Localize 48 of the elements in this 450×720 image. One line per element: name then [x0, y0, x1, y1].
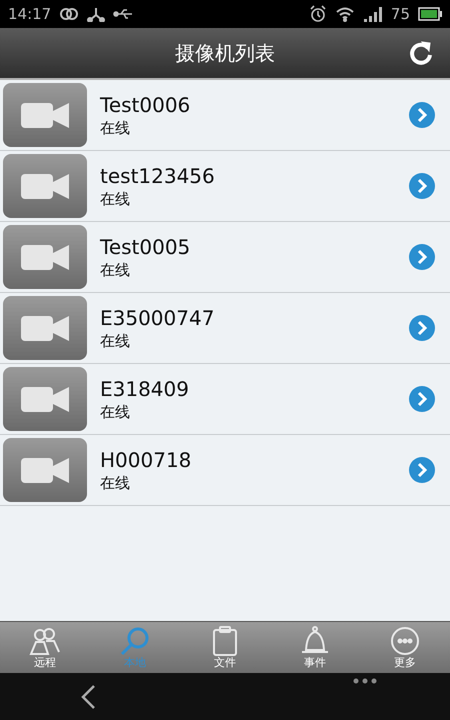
menu-dots-icon[interactable] — [352, 677, 378, 685]
camera-row[interactable]: test123456 在线 — [0, 151, 450, 222]
chevron-right-icon[interactable] — [408, 101, 436, 129]
video-camera-icon — [3, 296, 87, 360]
video-camera-icon — [3, 154, 87, 218]
tab[interactable]: 文件 — [180, 622, 270, 673]
battery-icon — [418, 7, 442, 21]
camera-row[interactable]: E318409 在线 — [0, 364, 450, 435]
camera-name: Test0006 — [100, 92, 192, 118]
alarm-icon — [308, 5, 327, 23]
signal-icon — [362, 6, 383, 22]
chevron-right-icon[interactable] — [408, 456, 436, 484]
tab[interactable]: 事件 — [270, 622, 360, 673]
chevron-right-icon[interactable] — [408, 243, 436, 271]
share-icon — [87, 6, 106, 22]
camera-row[interactable]: H000718 在线 — [0, 435, 450, 506]
chevron-right-icon[interactable] — [408, 385, 436, 413]
camera-row[interactable]: Test0006 在线 — [0, 80, 450, 151]
camera-name: Test0005 — [100, 234, 192, 260]
camera-status: 在线 — [100, 473, 131, 493]
back-icon — [80, 684, 96, 710]
camera-name: test123456 — [100, 163, 216, 189]
link-icon — [59, 7, 80, 21]
camera-name: H000718 — [100, 447, 192, 473]
tab[interactable]: 远程 — [0, 622, 90, 673]
camera-status: 在线 — [100, 189, 131, 209]
camera-row[interactable]: Test0005 在线 — [0, 222, 450, 293]
camera-name: E35000747 — [100, 305, 216, 331]
video-camera-icon — [3, 225, 87, 289]
video-camera-icon — [3, 83, 87, 147]
camera-status: 在线 — [100, 331, 131, 351]
video-camera-icon — [3, 438, 87, 502]
battery-level: 75 — [390, 4, 410, 25]
camera-status: 在线 — [100, 118, 131, 138]
clock-time: 14:17 — [8, 4, 52, 25]
video-camera-icon — [3, 367, 87, 431]
camera-status: 在线 — [100, 402, 131, 422]
camera-row[interactable]: E35000747 在线 — [0, 293, 450, 364]
tab[interactable]: 更多 — [360, 622, 450, 673]
refresh-icon — [408, 40, 434, 66]
chevron-right-icon[interactable] — [408, 172, 436, 200]
camera-status: 在线 — [100, 260, 131, 280]
page-title: 摄像机列表 — [175, 40, 275, 67]
camera-name: E318409 — [100, 376, 190, 402]
people-icon — [28, 626, 62, 656]
chevron-right-icon[interactable] — [408, 314, 436, 342]
more-icon — [388, 626, 422, 656]
wifi-icon — [334, 6, 355, 22]
